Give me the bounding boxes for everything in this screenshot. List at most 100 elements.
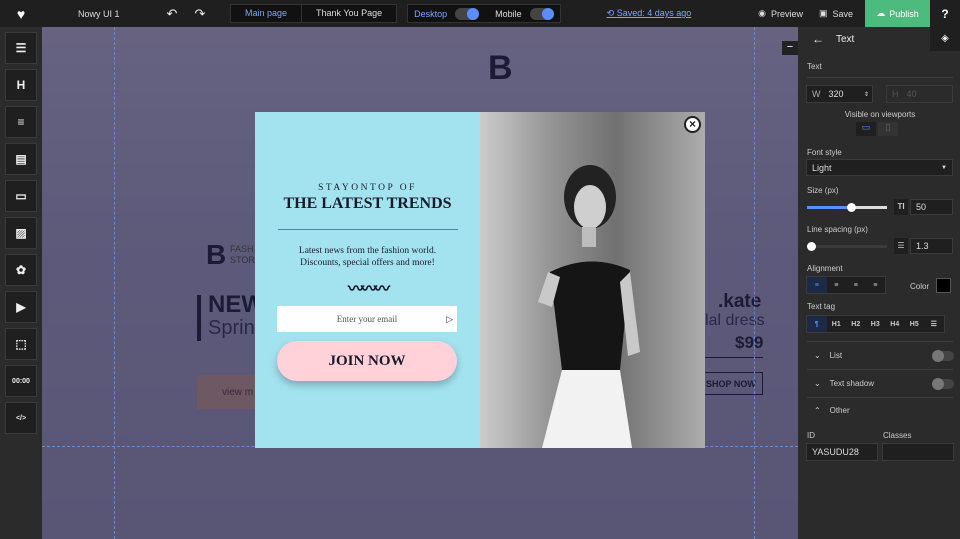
align-right-icon[interactable]: ≡: [846, 277, 866, 293]
tag-6[interactable]: ☰: [924, 316, 944, 332]
layers-icon[interactable]: ◈: [930, 27, 960, 51]
section-icon[interactable]: ☰: [5, 32, 37, 64]
size-label: Size (px): [807, 186, 839, 195]
app-logo-icon[interactable]: ♥: [0, 6, 42, 22]
cloud-upload-icon: ☁: [876, 8, 886, 18]
woman-photo-image: [480, 112, 705, 448]
publish-button[interactable]: ☁ Publish: [865, 0, 930, 27]
mobile-toggle[interactable]: [529, 7, 554, 20]
project-name[interactable]: Nowy UI 1: [78, 9, 148, 19]
size-slider[interactable]: [807, 203, 887, 212]
tag-1[interactable]: H1: [827, 316, 847, 332]
align-left-icon[interactable]: ≡: [807, 277, 827, 293]
timer-icon[interactable]: 00:00: [5, 365, 37, 397]
bg-accent-bar: [197, 295, 201, 341]
divider: [807, 341, 953, 342]
tag-3[interactable]: H3: [866, 316, 886, 332]
color-label: Color: [910, 282, 930, 291]
list-section[interactable]: ⌄ List: [814, 351, 842, 360]
classes-input[interactable]: [882, 443, 954, 461]
dropdown-arrow-icon: ▼: [941, 164, 947, 171]
color-swatch[interactable]: [936, 278, 951, 293]
saved-status-link[interactable]: ⟲ Saved: 4 days ago: [607, 8, 692, 19]
undo-icon[interactable]: ↶: [158, 6, 186, 22]
stepper-icon: ⇕: [863, 91, 869, 98]
text-tag-group: ¶ H1 H2 H3 H4 H5 ☰: [806, 315, 945, 333]
publish-label: Publish: [889, 8, 919, 19]
text-shadow-section[interactable]: ⌄ Text shadow: [814, 379, 874, 388]
help-button[interactable]: ?: [930, 7, 960, 21]
bg-logo: B: [488, 49, 513, 87]
height-input[interactable]: H 40: [886, 85, 953, 103]
image-icon[interactable]: ▨: [5, 217, 37, 249]
mobile-viewport-icon[interactable]: ▯: [878, 122, 898, 136]
tag-4[interactable]: H4: [885, 316, 905, 332]
save-label: Save: [832, 8, 853, 19]
video-icon[interactable]: ▶: [5, 291, 37, 323]
tag-5[interactable]: H5: [905, 316, 925, 332]
tab-main-page[interactable]: Main page: [231, 5, 301, 22]
properties-panel: ← Text ◈ Text W 320 ⇕ H 40 Visible on viewp…: [800, 27, 960, 502]
guide-line-left: [114, 27, 115, 539]
save-button[interactable]: ▣ Save: [819, 8, 853, 19]
back-arrow-icon[interactable]: ←: [812, 32, 824, 46]
desktop-toggle[interactable]: [455, 7, 480, 20]
guide-line-right: [754, 27, 755, 539]
popup-title[interactable]: THE LATEST TRENDS: [255, 195, 480, 213]
join-now-button[interactable]: JOIN NOW: [277, 341, 457, 381]
saved-text: Saved: 4 days ago: [616, 8, 692, 18]
text-icon[interactable]: ≡: [5, 106, 37, 138]
other-section[interactable]: ⌃ Other: [814, 406, 850, 415]
bg-price: $99: [735, 333, 764, 352]
align-center-icon[interactable]: ≡: [827, 277, 847, 293]
line-spacing-icon: ☰: [894, 238, 908, 254]
preview-label: Preview: [770, 8, 803, 19]
line-spacing-label: Line spacing (px): [807, 225, 868, 234]
popup-kicker[interactable]: STAYONTOP OF: [255, 183, 480, 193]
section-label: Text: [807, 62, 822, 71]
floppy-icon: ▣: [818, 8, 828, 18]
panel-header: ← Text ◈: [800, 27, 960, 51]
desktop-viewport-icon[interactable]: ▭: [856, 122, 876, 136]
panel-title: Text: [836, 33, 855, 45]
size-input[interactable]: 50: [910, 199, 953, 215]
element-toolbar: ☰ H ≡ ▤ ▭ ▨ ✿ ▶ ⬚ 00:00 </>: [0, 27, 42, 475]
email-input[interactable]: Enter your email ▷: [277, 306, 457, 332]
tag-0[interactable]: ¶: [807, 316, 827, 332]
classes-label: Classes: [883, 431, 912, 440]
text-shadow-toggle[interactable]: [932, 378, 954, 390]
text-size-icon: TI: [894, 199, 908, 215]
redo-icon[interactable]: ↷: [186, 6, 214, 22]
bg-product-desc: lal dress: [705, 312, 765, 329]
list-toggle[interactable]: [932, 350, 954, 362]
width-input[interactable]: W 320 ⇕: [806, 85, 873, 103]
button-icon[interactable]: ▭: [5, 180, 37, 212]
line-spacing-slider[interactable]: [807, 242, 887, 251]
visible-label: Visible on viewports: [844, 110, 916, 119]
alignment-label: Alignment: [807, 264, 843, 273]
text-tag-label: Text tag: [807, 302, 836, 311]
tag-2[interactable]: H2: [846, 316, 866, 332]
preview-button[interactable]: ◉ Preview: [758, 8, 803, 19]
social-icons-icon[interactable]: ✿: [5, 254, 37, 286]
menu-icon[interactable]: ▤: [5, 143, 37, 175]
popup-close-icon[interactable]: ×: [684, 116, 701, 133]
font-style-label: Font style: [807, 148, 842, 157]
code-icon[interactable]: </>: [5, 402, 37, 434]
history-icon: ⟲: [606, 8, 617, 18]
popup-content: STAYONTOP OF THE LATEST TRENDS Latest ne…: [255, 112, 480, 448]
line-spacing-input[interactable]: 1.3: [910, 238, 953, 254]
frame-icon[interactable]: ⬚: [5, 328, 37, 360]
id-input[interactable]: YASUDU28: [806, 443, 878, 461]
align-justify-icon[interactable]: ≡: [866, 277, 886, 293]
font-style-select[interactable]: Light ▼: [806, 159, 953, 176]
eye-icon: ◉: [758, 8, 766, 18]
popup-body[interactable]: Latest news from the fashion world. Disco…: [255, 245, 480, 269]
heading-icon[interactable]: H: [5, 69, 37, 101]
divider: [807, 397, 953, 398]
bg-view-more-button[interactable]: view m: [197, 375, 257, 409]
page-switcher: Main page Thank You Page: [230, 4, 398, 23]
mobile-label: Mobile: [495, 8, 522, 19]
tab-thank-you-page[interactable]: Thank You Page: [301, 5, 396, 22]
collapse-button[interactable]: −: [782, 41, 798, 55]
